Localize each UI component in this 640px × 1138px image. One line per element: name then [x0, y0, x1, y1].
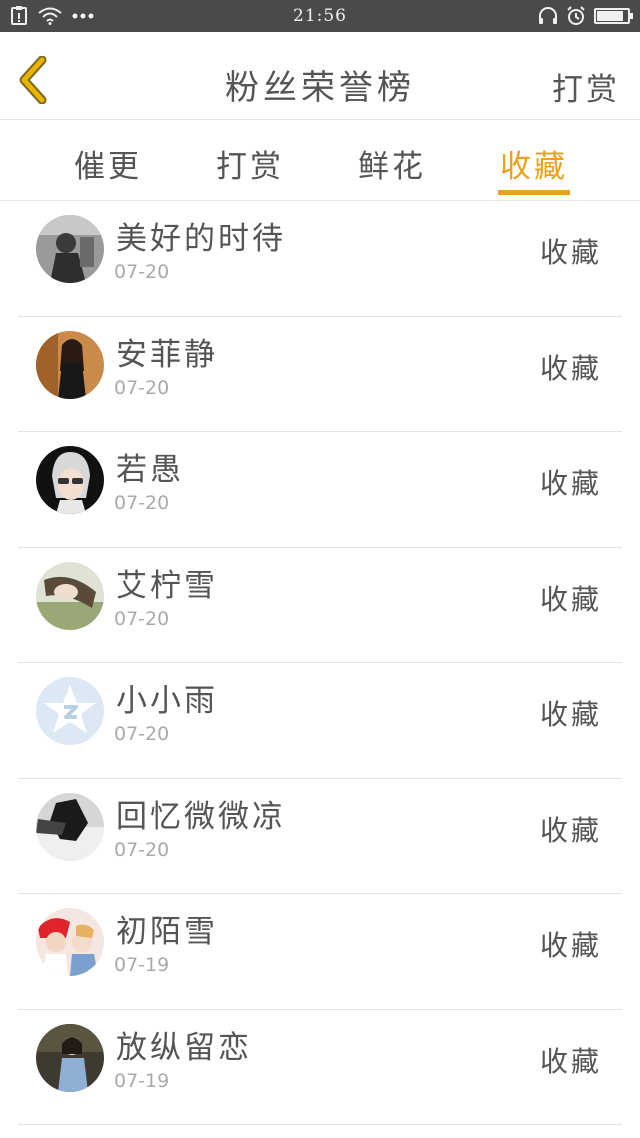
avatar[interactable] — [36, 446, 104, 514]
avatar[interactable] — [36, 792, 104, 861]
tab-label: 收藏 — [500, 149, 568, 185]
avatar[interactable] — [36, 677, 104, 745]
headphones-icon — [538, 7, 558, 25]
fan-action: 收藏 — [539, 467, 602, 500]
list-item[interactable]: 放纵留恋 07-19 收藏 — [0, 1010, 640, 1126]
fan-name: 回忆微微凉 — [116, 798, 286, 835]
list-item[interactable]: 艾柠雪 07-20 收藏 — [0, 548, 640, 664]
alarm-icon — [566, 6, 586, 26]
fan-name: 小小雨 — [116, 683, 218, 719]
fan-action: 收藏 — [539, 1044, 602, 1078]
fan-list: 美好的时待 07-20 收藏 安菲静 07-20 收藏 若愚 07-20 收藏 … — [0, 201, 640, 1125]
list-item[interactable]: 安菲静 07-20 收藏 — [0, 317, 640, 433]
fan-name: 安菲静 — [116, 336, 218, 373]
battery-icon — [594, 8, 633, 24]
list-item[interactable]: 若愚 07-20 收藏 — [0, 432, 640, 548]
status-right-icons — [538, 6, 633, 26]
fan-date: 07-20 — [114, 492, 170, 514]
fan-action: 收藏 — [539, 698, 602, 731]
tab-urge[interactable]: 催更 — [72, 141, 144, 199]
reward-button[interactable]: 打赏 — [552, 64, 620, 109]
tab-reward[interactable]: 打赏 — [214, 141, 286, 199]
fan-action: 收藏 — [539, 236, 602, 269]
active-tab-indicator — [498, 190, 570, 195]
fan-date: 07-19 — [114, 1069, 170, 1092]
fan-date: 07-19 — [114, 954, 170, 976]
fan-name: 若愚 — [116, 452, 184, 488]
avatar[interactable] — [36, 561, 104, 630]
avatar[interactable] — [36, 908, 104, 976]
fan-date: 07-20 — [114, 261, 170, 283]
tab-flowers[interactable]: 鲜花 — [356, 141, 428, 199]
page-title: 粉丝荣誉榜 — [225, 68, 415, 108]
fan-name: 艾柠雪 — [116, 567, 218, 604]
avatar[interactable] — [36, 330, 104, 399]
fan-action: 收藏 — [539, 813, 602, 847]
fan-action: 收藏 — [539, 582, 602, 616]
avatar[interactable] — [36, 215, 104, 283]
battery-level — [597, 11, 624, 21]
fan-date: 07-20 — [114, 607, 170, 630]
status-bar: 21:56 — [0, 0, 640, 32]
fan-name: 美好的时待 — [116, 221, 286, 257]
fan-action: 收藏 — [539, 929, 602, 962]
fan-date: 07-20 — [114, 376, 170, 399]
header: 粉丝荣誉榜 打赏 — [0, 32, 640, 120]
fan-date: 07-20 — [114, 723, 170, 745]
fan-name: 放纵留恋 — [116, 1029, 252, 1066]
tab-label: 催更 — [74, 149, 142, 185]
fan-name: 初陌雪 — [116, 914, 218, 950]
fan-date: 07-20 — [114, 838, 170, 861]
tab-label: 打赏 — [216, 149, 284, 185]
list-item[interactable]: 回忆微微凉 07-20 收藏 — [0, 779, 640, 895]
tab-bar: 催更 打赏 鲜花 收藏 — [0, 121, 640, 201]
avatar[interactable] — [36, 1023, 104, 1092]
tab-favorites[interactable]: 收藏 — [498, 141, 570, 199]
list-item[interactable]: 美好的时待 07-20 收藏 — [0, 201, 640, 317]
list-item[interactable]: 初陌雪 07-19 收藏 — [0, 894, 640, 1010]
fan-action: 收藏 — [539, 351, 602, 385]
list-item[interactable]: 小小雨 07-20 收藏 — [0, 663, 640, 779]
tab-label: 鲜花 — [358, 149, 426, 185]
